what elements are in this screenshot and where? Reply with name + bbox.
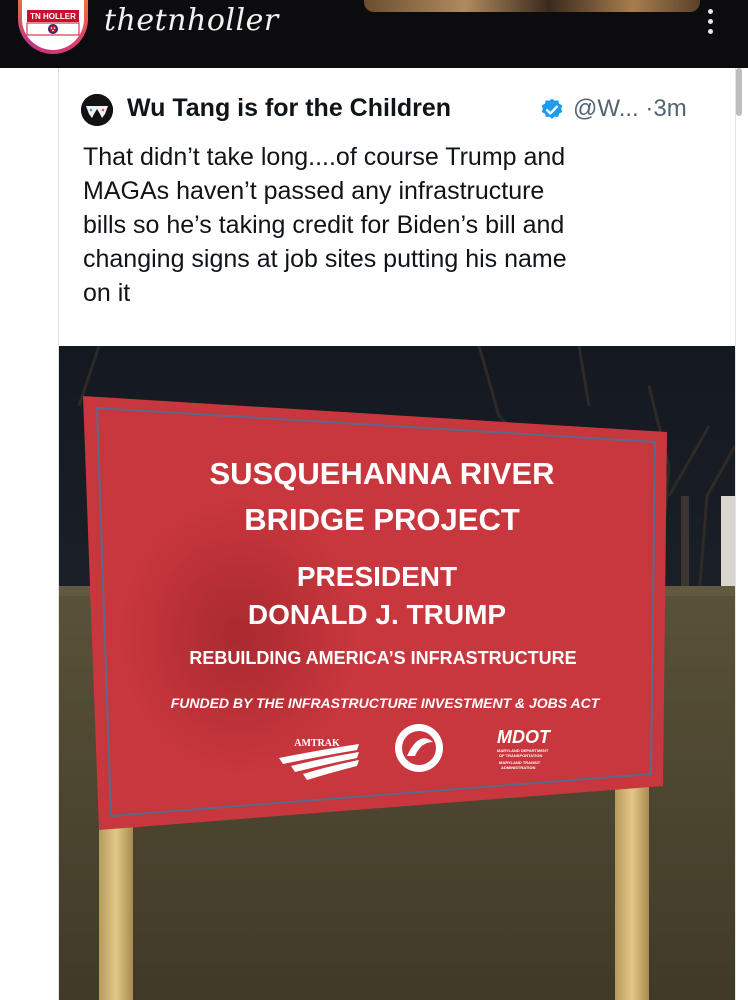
scrollbar[interactable]	[736, 68, 742, 116]
sign-line-rebuilding: REBUILDING AMERICA’S INFRASTRUCTURE	[189, 648, 576, 668]
vertical-ellipsis-icon[interactable]	[700, 6, 720, 38]
tweet-text-line: That didn’t take long....of course Trump…	[83, 143, 566, 171]
tweet-photo[interactable]: SUSQUEHANNA RIVER BRIDGE PROJECT PRESIDE…	[59, 346, 735, 1000]
author-handle[interactable]: @W...	[573, 95, 639, 122]
mdot-subtitle: ADMINISTRATION	[501, 765, 535, 770]
author-name[interactable]: Wu Tang is for the Children	[127, 94, 451, 123]
tweet-text-line: on it	[83, 279, 131, 307]
author-handle-time: @W... ·3m	[573, 95, 687, 123]
tweet-text-line: MAGAs haven’t passed any infrastructure	[83, 177, 545, 205]
tweet-text-line: changing signs at job sites putting his …	[83, 245, 567, 273]
profile-header-bar: TN HOLLER thetnholler	[0, 0, 748, 68]
author-avatar[interactable]	[81, 94, 113, 126]
mdot-subtitle: OF TRANSPORTATION	[499, 753, 543, 758]
tweet-text: That didn’t take long....of course Trump…	[83, 140, 713, 310]
tn-holler-logo: TN HOLLER	[22, 0, 84, 50]
tweet-author-row: Wu Tang is for the Children @W... ·3m	[81, 92, 721, 128]
logo-text: TN HOLLER	[30, 12, 76, 21]
verified-badge-icon	[541, 98, 563, 119]
account-handle[interactable]: thetnholler	[104, 4, 279, 38]
sign-photo-image: SUSQUEHANNA RIVER BRIDGE PROJECT PRESIDE…	[59, 346, 735, 1000]
account-avatar[interactable]: TN HOLLER	[18, 0, 88, 54]
amtrak-wordmark: AMTRAK	[294, 738, 340, 749]
sign-line-funded-by: FUNDED BY THE INFRASTRUCTURE INVESTMENT …	[171, 695, 601, 711]
sign-line-project-name: SUSQUEHANNA RIVER	[209, 456, 554, 491]
mdot-wordmark: MDOT	[497, 727, 552, 747]
wu-tang-avatar-icon	[81, 94, 113, 126]
tweet-text-line: bills so he’s taking credit for Biden’s …	[83, 211, 565, 239]
tweet-card: Wu Tang is for the Children @W... ·3m Th…	[58, 68, 736, 1000]
sign-line-bridge-project: BRIDGE PROJECT	[244, 502, 520, 537]
dot-seal-icon	[395, 724, 443, 772]
sign-line-president: PRESIDENT	[297, 561, 457, 592]
story-thumbnail[interactable]	[364, 0, 700, 12]
post-time[interactable]: 3m	[653, 95, 686, 122]
tennessee-logo-icon: TN HOLLER	[26, 10, 80, 36]
sign-line-name: DONALD J. TRUMP	[248, 599, 506, 630]
